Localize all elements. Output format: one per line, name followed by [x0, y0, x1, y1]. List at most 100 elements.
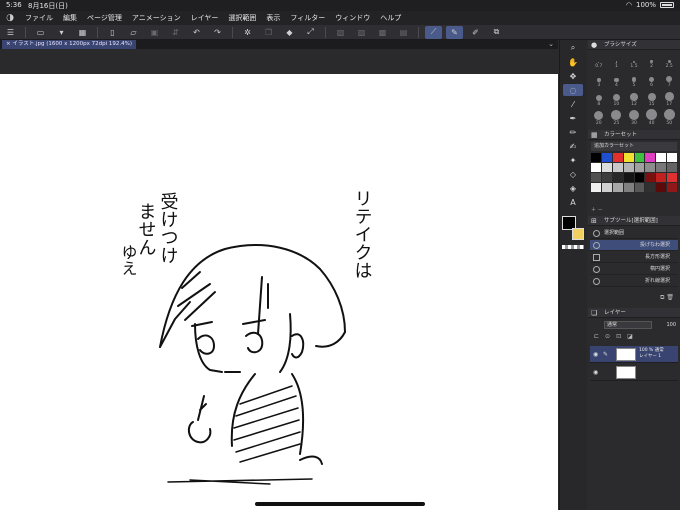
snap-special-icon[interactable]: ▤ [395, 26, 412, 39]
new-document-icon[interactable]: ▯ [104, 26, 121, 39]
color-swatch[interactable] [612, 153, 623, 162]
scroll-arrows-icon[interactable]: ⇵ [167, 26, 184, 39]
color-swatch[interactable] [645, 173, 656, 182]
brush-size-option[interactable]: 25 [608, 109, 626, 126]
brush-size-option[interactable]: 30 [625, 109, 643, 126]
chevron-down-icon[interactable]: ⌄ [548, 40, 554, 48]
quick-settings-icon[interactable]: ▾ [53, 26, 70, 39]
color-swatch[interactable] [645, 183, 656, 192]
color-swatch[interactable] [601, 183, 612, 192]
color-swatch[interactable] [667, 173, 677, 182]
color-swatch[interactable] [656, 163, 667, 172]
color-swatch[interactable] [667, 163, 677, 172]
sub-color-swatch[interactable] [572, 228, 584, 240]
pen-pressure-icon[interactable]: ✎ [446, 25, 463, 39]
transform-icon[interactable]: ⤢ [302, 26, 319, 39]
color-swatch[interactable] [601, 163, 612, 172]
color-swatch[interactable] [634, 173, 645, 182]
undo-icon[interactable]: ↶ [188, 26, 205, 39]
color-swatch[interactable] [645, 163, 656, 172]
document-tab[interactable]: × イラスト.jpg (1600 x 1200px 72dpi 192.4%) [2, 40, 137, 49]
fill-icon[interactable]: ◈ [563, 182, 583, 194]
text-icon[interactable]: A [563, 196, 583, 208]
menu-layer[interactable]: レイヤー [186, 13, 224, 23]
brush-size-option[interactable]: 6 [643, 71, 661, 88]
delete-subtool-icon[interactable]: 🗑 [666, 294, 674, 301]
subtool-group[interactable]: 選択範囲 [590, 228, 678, 239]
brush-size-option[interactable]: 17 [660, 90, 678, 107]
color-set-selector[interactable]: 追加カラーセット [591, 142, 677, 151]
brush-size-option[interactable]: 2 [643, 52, 661, 69]
layer-row[interactable]: ◉ ✎ 100 % 通常 レイヤー 1 [590, 346, 678, 363]
color-set-header[interactable]: ▦ カラーセット [588, 130, 680, 140]
lasso-select-icon[interactable]: ◌ [563, 84, 583, 96]
subtool-polyline[interactable]: 折れ線選択 [590, 276, 678, 287]
color-swatch[interactable] [634, 163, 645, 172]
color-swatch[interactable] [623, 163, 634, 172]
eraser-icon[interactable]: ◇ [563, 168, 583, 180]
color-swatch[interactable] [612, 163, 623, 172]
color-swatch[interactable] [623, 173, 634, 182]
save-icon[interactable]: ▣ [146, 26, 163, 39]
color-swatch[interactable] [667, 183, 677, 192]
fill-layer-icon[interactable]: ⧉ [488, 26, 505, 39]
menu-selection[interactable]: 選択範囲 [223, 13, 261, 23]
menu-help[interactable]: ヘルプ [375, 13, 406, 23]
new-file-icon[interactable]: ▭ [32, 26, 49, 39]
color-swatch[interactable] [634, 153, 645, 162]
eyedropper-icon[interactable]: ⁄ [563, 98, 583, 110]
brush-size-option[interactable]: 50 [660, 109, 678, 126]
color-swatch[interactable] [591, 173, 601, 182]
color-swatch[interactable] [601, 153, 612, 162]
clip-icon[interactable]: ⊏ [594, 333, 599, 343]
stabilization-icon[interactable]: ⟋ [425, 25, 442, 39]
color-swatch[interactable] [656, 183, 667, 192]
delete-color-icon[interactable]: － [598, 207, 603, 213]
brush-size-option[interactable]: 5 [625, 71, 643, 88]
lock-icon[interactable]: ⊡ [616, 333, 621, 343]
brush-icon[interactable]: ✍ [563, 140, 583, 152]
zoom-icon[interactable]: ⌕ [563, 42, 583, 54]
color-swatch[interactable] [656, 153, 667, 162]
copy-icon[interactable]: ❐ [260, 26, 277, 39]
snap-off-icon[interactable]: ▧ [332, 26, 349, 39]
snap-ruler-icon[interactable]: ▨ [353, 26, 370, 39]
color-swatch[interactable] [667, 153, 677, 162]
brush-size-option[interactable]: 8 [590, 90, 608, 107]
brush-size-option[interactable]: 0.7 [590, 52, 608, 69]
home-indicator[interactable] [255, 502, 425, 506]
subtool-lasso[interactable]: 投げなわ選択 [590, 240, 678, 251]
hand-icon[interactable]: ✋ [563, 56, 583, 68]
settings-gear-icon[interactable]: ✲ [239, 26, 256, 39]
edit-pen-icon[interactable]: ✐ [467, 26, 484, 39]
layer-row[interactable]: ◉ [590, 364, 678, 381]
paint-bucket-icon[interactable]: ◆ [281, 26, 298, 39]
drawing-canvas[interactable]: 受けつけ ません ゆえ リテイクは [0, 74, 558, 510]
brush-size-option[interactable]: 12 [625, 90, 643, 107]
brush-size-option[interactable]: 15 [643, 90, 661, 107]
brush-size-option[interactable]: 10 [608, 90, 626, 107]
color-swatch[interactable] [601, 173, 612, 182]
eye-icon[interactable]: ◉ [593, 351, 598, 358]
copy-subtool-icon[interactable]: ⧉ [660, 294, 664, 301]
subtool-rectangle[interactable]: 長方形選択 [590, 252, 678, 263]
open-folder-icon[interactable]: ▱ [125, 26, 142, 39]
app-logo-icon[interactable]: ◑ [0, 13, 20, 23]
color-swatch[interactable] [591, 183, 601, 192]
color-swatch[interactable] [634, 183, 645, 192]
redo-icon[interactable]: ↷ [209, 26, 226, 39]
blend-mode-select[interactable]: 通常 [604, 321, 652, 329]
brush-size-option[interactable]: 1 [608, 52, 626, 69]
menu-page[interactable]: ページ管理 [82, 13, 127, 23]
hamburger-menu-icon[interactable]: ☰ [2, 26, 19, 39]
opacity-value[interactable]: 100 [666, 320, 676, 330]
brush-size-option[interactable]: 4 [608, 71, 626, 88]
color-swatch[interactable] [612, 173, 623, 182]
pencil-icon[interactable]: ✏ [563, 126, 583, 138]
brush-size-option[interactable]: 20 [590, 109, 608, 126]
layer-header[interactable]: ❏ レイヤー [588, 308, 680, 318]
color-swatch[interactable] [623, 183, 634, 192]
color-swatch[interactable] [591, 153, 601, 162]
add-color-icon[interactable]: ＋ [591, 207, 596, 213]
color-swatch[interactable] [612, 183, 623, 192]
